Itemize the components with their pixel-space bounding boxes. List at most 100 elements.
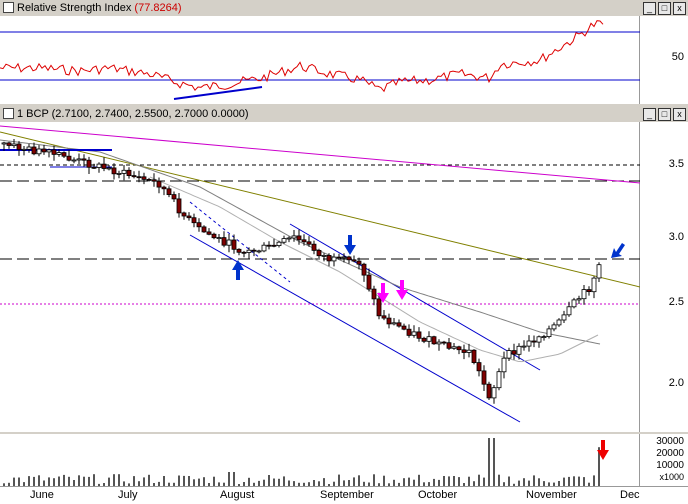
candle-body	[126, 169, 132, 176]
candle-body	[201, 226, 207, 233]
candle-body	[431, 336, 437, 345]
candle-body	[251, 249, 257, 252]
blue-arrow-diagonal-icon	[611, 243, 625, 258]
rsi-divergence-line	[173, 86, 263, 100]
volume-bar	[278, 478, 280, 486]
volume-bar	[488, 438, 490, 486]
volume-bar	[148, 474, 150, 486]
candle-body	[391, 322, 397, 325]
close-button[interactable]: x	[673, 2, 686, 15]
volume-bar	[143, 477, 145, 486]
blue-arrow-down-icon	[344, 235, 356, 255]
candle-body	[91, 166, 97, 169]
candle-body	[386, 317, 392, 325]
volume-bar	[483, 477, 485, 486]
price-tick-2-0: 2.0	[668, 377, 684, 389]
restore-button[interactable]: □	[658, 108, 671, 121]
candle-body	[551, 324, 557, 330]
rsi-value: (77.8264)	[134, 2, 182, 14]
candle-body	[471, 349, 477, 363]
candle-body	[286, 237, 292, 240]
candle-body	[356, 260, 362, 265]
volume-bar	[448, 476, 450, 486]
candle-body	[141, 176, 147, 180]
volume-bar	[108, 477, 110, 486]
volume-bar	[88, 476, 90, 486]
candle-body	[266, 244, 272, 247]
price-tick-3-5: 3.5	[668, 158, 684, 170]
price-titlebar: 1 BCP (2.7100, 2.7400, 2.5500, 2.7000 0.…	[0, 106, 688, 122]
volume-y-axis: 30000 20000 10000 x1000	[639, 434, 688, 486]
panel-collapse-icon[interactable]	[3, 1, 14, 13]
volume-bar	[573, 476, 575, 486]
candle-body	[231, 239, 237, 250]
volume-bar	[33, 476, 35, 486]
month-august: August	[220, 489, 255, 501]
close-button[interactable]: x	[673, 108, 686, 121]
candle-body	[336, 256, 342, 259]
candle-body	[221, 237, 227, 246]
price-y-axis: 3.5 3.0 2.5 2.0	[639, 122, 688, 432]
candle-body	[206, 231, 212, 235]
rsi-line	[0, 20, 604, 93]
volume-unit: x1000	[659, 472, 684, 482]
minimize-button[interactable]: _	[643, 108, 656, 121]
volume-bar	[593, 475, 595, 486]
candle-body	[186, 215, 192, 219]
candle-body	[86, 159, 92, 168]
volume-plot	[3, 438, 609, 486]
restore-button[interactable]: □	[658, 2, 671, 15]
rsi-title: Relative Strength Index	[17, 2, 132, 14]
candle-body	[381, 315, 387, 319]
volume-bar	[268, 475, 270, 486]
candle-body	[351, 259, 357, 262]
volume-bar	[178, 475, 180, 486]
candle-body	[376, 298, 382, 317]
magenta-arrow-down-icon	[396, 280, 408, 300]
volume-tick-10000: 10000	[656, 460, 684, 471]
panel-collapse-icon[interactable]	[3, 107, 14, 119]
candle-body	[396, 322, 402, 327]
candle-body	[261, 244, 267, 252]
volume-bar	[63, 474, 65, 486]
candle-body	[11, 143, 17, 147]
candle-body	[546, 328, 552, 337]
candle-body	[136, 176, 142, 179]
candle-body	[101, 163, 107, 169]
candle-body	[526, 340, 532, 347]
candle-body	[311, 243, 317, 251]
candle-body	[421, 337, 427, 342]
candle-body	[81, 158, 87, 161]
candle-body	[591, 277, 597, 293]
candle-body	[506, 350, 512, 359]
volume-bar	[433, 478, 435, 486]
candle-body	[216, 237, 222, 239]
candle-body	[461, 349, 467, 353]
month-june: June	[30, 489, 54, 501]
candle-body	[401, 325, 407, 330]
candle-body	[426, 336, 432, 342]
volume-bar	[458, 477, 460, 486]
candle-body	[276, 241, 282, 246]
candle-body	[36, 148, 42, 155]
minimize-button[interactable]: _	[643, 2, 656, 15]
candle-body	[316, 249, 322, 257]
volume-bar	[233, 472, 235, 486]
price-tick-2-5: 2.5	[668, 296, 684, 308]
volume-bar	[78, 475, 80, 486]
olive-trendline	[0, 131, 640, 288]
candle-body	[411, 331, 417, 336]
volume-bar	[568, 476, 570, 486]
candle-body	[511, 350, 517, 355]
volume-bar	[493, 438, 495, 486]
candle-body	[441, 341, 447, 344]
candle-body	[576, 298, 582, 301]
candle-body	[306, 241, 312, 245]
candle-body	[46, 149, 52, 153]
candle-body	[246, 249, 252, 253]
candle-body	[241, 251, 247, 254]
price-panel: 1 BCP (2.7100, 2.7400, 2.5500, 2.7000 0.…	[0, 106, 688, 432]
candle-body	[96, 163, 102, 168]
rsi-plot	[0, 20, 640, 100]
candle-body	[436, 341, 442, 345]
